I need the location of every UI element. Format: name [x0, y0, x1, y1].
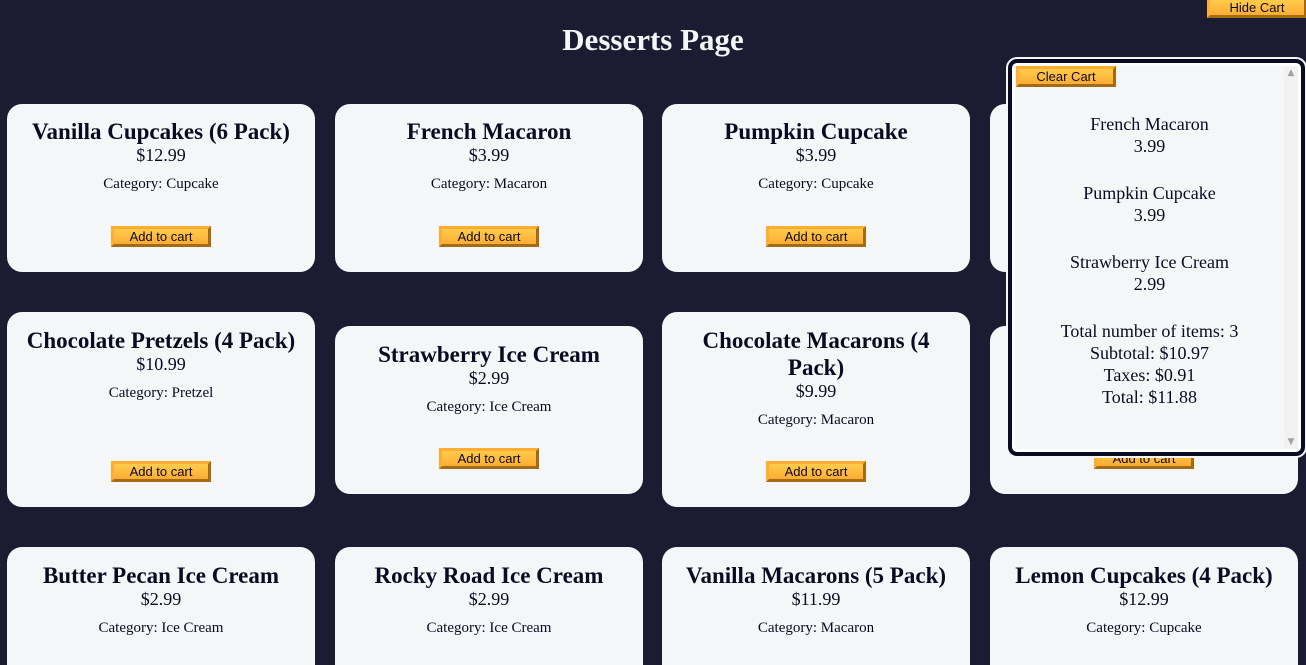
product-card: Lemon Cupcakes (4 Pack) $12.99 Category:…: [990, 547, 1298, 665]
product-category: Category: Cupcake: [758, 176, 874, 192]
hide-cart-button[interactable]: Hide Cart: [1207, 0, 1306, 18]
product-price: $2.99: [140, 589, 182, 609]
product-card: Rocky Road Ice Cream $2.99 Category: Ice…: [335, 547, 643, 665]
clear-cart-button[interactable]: Clear Cart: [1016, 66, 1116, 87]
cart-scrollbar[interactable]: ▲ ▼: [1284, 66, 1298, 449]
product-category: Category: Macaron: [757, 620, 875, 636]
product-price: $12.99: [136, 145, 186, 165]
product-category: Category: Cupcake: [1086, 620, 1202, 636]
cart-item-name: French Macaron: [1090, 114, 1209, 134]
product-card: Pumpkin Cupcake $3.99 Category: Cupcake …: [662, 104, 970, 272]
add-to-cart-button[interactable]: Add to cart: [111, 461, 211, 482]
product-card: French Macaron $3.99 Category: Macaron A…: [335, 104, 643, 272]
product-price: $2.99: [468, 589, 510, 609]
cart-item-price: 3.99: [1133, 205, 1166, 225]
product-category: Category: Ice Cream: [426, 399, 552, 415]
add-to-cart-button[interactable]: Add to cart: [766, 226, 866, 247]
scroll-down-icon[interactable]: ▼: [1284, 435, 1298, 449]
total: Total: $11.88: [1101, 387, 1198, 407]
product-price: $2.99: [468, 368, 510, 388]
total-items: Total number of items: 3: [1060, 321, 1239, 341]
desserts-page: Hide Cart Desserts Page Vanilla Cupcakes…: [0, 0, 1306, 665]
add-to-cart-button[interactable]: Add to cart: [766, 461, 866, 482]
page-title: Desserts Page: [562, 22, 744, 57]
product-name: French Macaron: [406, 119, 572, 144]
subtotal: Subtotal: $10.97: [1089, 343, 1209, 363]
add-to-cart-button[interactable]: Add to cart: [439, 448, 539, 469]
product-name: Vanilla Cupcakes (6 Pack): [32, 119, 290, 144]
product-name: Chocolate Pretzels (4 Pack): [26, 328, 296, 353]
cart-products: French Macaron 3.99 Pumpkin Cupcake 3.99…: [1015, 113, 1284, 408]
add-to-cart-button[interactable]: Add to cart: [111, 226, 211, 247]
product-category: Category: Macaron: [430, 176, 548, 192]
scroll-up-icon[interactable]: ▲: [1284, 66, 1298, 80]
product-card: Chocolate Macarons (4 Pack) $9.99 Catego…: [662, 312, 970, 507]
cart-item: French Macaron 3.99: [1015, 113, 1284, 157]
cart-item-name: Pumpkin Cupcake: [1083, 183, 1216, 203]
product-card: Vanilla Cupcakes (6 Pack) $12.99 Categor…: [7, 104, 315, 272]
product-card: Strawberry Ice Cream $2.99 Category: Ice…: [335, 326, 643, 494]
product-price: $3.99: [795, 145, 837, 165]
cart-item: Pumpkin Cupcake 3.99: [1015, 182, 1284, 226]
product-name: Strawberry Ice Cream: [378, 342, 600, 367]
cart-item: Strawberry Ice Cream 2.99: [1015, 251, 1284, 295]
cart-totals: Total number of items: 3 Subtotal: $10.9…: [1015, 320, 1284, 408]
product-card: Vanilla Macarons (5 Pack) $11.99 Categor…: [662, 547, 970, 665]
product-category: Category: Macaron: [757, 412, 875, 428]
product-name: Pumpkin Cupcake: [724, 119, 908, 144]
product-name: Lemon Cupcakes (4 Pack): [1015, 563, 1273, 588]
cart-item-price: 3.99: [1133, 136, 1166, 156]
cart-item-name: Strawberry Ice Cream: [1070, 252, 1229, 272]
product-card: Butter Pecan Ice Cream $2.99 Category: I…: [7, 547, 315, 665]
cart-panel: Clear Cart French Macaron 3.99 Pumpkin C…: [1008, 59, 1305, 456]
product-price: $11.99: [791, 589, 841, 609]
product-name: Butter Pecan Ice Cream: [42, 563, 280, 588]
product-category: Category: Ice Cream: [98, 620, 224, 636]
product-name: Vanilla Macarons (5 Pack): [685, 563, 947, 588]
product-card: Chocolate Pretzels (4 Pack) $10.99 Categ…: [7, 312, 315, 507]
product-price: $9.99: [795, 381, 837, 401]
product-price: $10.99: [136, 354, 186, 374]
product-name: Chocolate Macarons (4 Pack): [702, 328, 930, 380]
product-price: $3.99: [468, 145, 510, 165]
add-to-cart-button[interactable]: Add to cart: [439, 226, 539, 247]
taxes: Taxes: $0.91: [1103, 365, 1196, 385]
product-category: Category: Ice Cream: [426, 620, 552, 636]
cart-item-price: 2.99: [1133, 274, 1166, 294]
cart-container[interactable]: Clear Cart French Macaron 3.99 Pumpkin C…: [1015, 66, 1298, 449]
product-price: $12.99: [1119, 589, 1169, 609]
product-category: Category: Pretzel: [108, 385, 214, 401]
product-name: Rocky Road Ice Cream: [374, 563, 604, 588]
product-category: Category: Cupcake: [103, 176, 219, 192]
